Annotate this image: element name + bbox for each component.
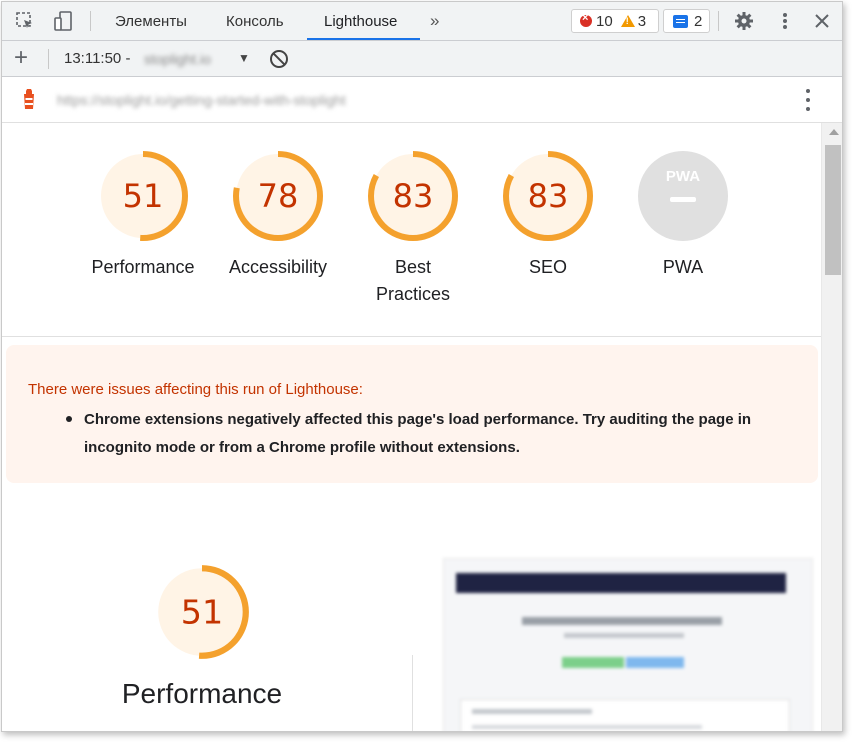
gauge-performance-value: 51: [123, 177, 164, 215]
gauge-best-practices-label[interactable]: Best Practices: [343, 254, 483, 308]
bullet-icon: [66, 416, 72, 422]
kebab-menu-icon[interactable]: [774, 10, 796, 32]
gauge-best-practices-label-line2: Practices: [375, 284, 451, 304]
devtools-window: Элементы Консоль Lighthouse » 10 3 2 + 1…: [1, 1, 843, 732]
gauge-accessibility[interactable]: 78: [231, 149, 325, 243]
warning-icon: [620, 15, 635, 27]
scroll-thumb[interactable]: [825, 145, 841, 275]
clear-reports-icon[interactable]: [270, 50, 288, 68]
new-report-button[interactable]: +: [14, 45, 28, 71]
screenshot-blue-button: [626, 657, 684, 668]
errors-count: 10: [596, 12, 613, 30]
gauge-best-practices-label-line1: Best: [394, 257, 432, 277]
active-tab-indicator: [307, 38, 420, 40]
tab-console[interactable]: Консоль: [224, 2, 286, 41]
inspect-element-icon[interactable]: [14, 10, 36, 32]
gauge-accessibility-value: 78: [258, 177, 299, 215]
run-warnings: There were issues affecting this run of …: [6, 345, 818, 483]
tab-elements[interactable]: Элементы: [113, 2, 189, 41]
toolbar-separator: [718, 11, 719, 31]
messages-count: 2: [694, 12, 703, 30]
main-performance-label: Performance: [121, 678, 283, 709]
gauge-best-practices[interactable]: 83: [366, 149, 460, 243]
vertical-scrollbar[interactable]: [821, 123, 842, 731]
report-url-bar: https://stoplight.io/getting-started-wit…: [2, 77, 842, 123]
main-performance-value: 51: [181, 592, 223, 631]
warnings-count: 3: [637, 12, 647, 30]
lighthouse-report-bar: + 13:11:50 - stoplight.io ▼: [2, 41, 842, 77]
error-icon: [580, 12, 592, 27]
tab-lighthouse[interactable]: Lighthouse: [322, 2, 399, 41]
screenshot-subheading: [564, 633, 684, 638]
gauge-seo[interactable]: 83: [501, 149, 595, 243]
screenshot-card-text: [472, 709, 592, 714]
messages-counter-button[interactable]: 2: [663, 9, 710, 33]
gauge-performance-label[interactable]: Performance: [73, 254, 213, 281]
chevron-down-icon[interactable]: ▼: [238, 51, 250, 65]
section-divider: [2, 336, 821, 337]
toolbar-separator: [48, 49, 49, 69]
gauge-pwa-label[interactable]: PWA: [613, 254, 753, 281]
close-icon[interactable]: [811, 10, 833, 32]
report-time: 13:11:50 -: [64, 50, 131, 67]
screenshot-green-button: [562, 657, 624, 668]
pwa-badge-text: PWA: [666, 168, 700, 185]
gear-icon[interactable]: [733, 10, 755, 32]
gauge-performance[interactable]: 51: [96, 149, 190, 243]
warning-item: Chrome extensions negatively affected th…: [84, 411, 752, 456]
toolbar-separator: [90, 11, 91, 31]
gauge-best-practices-value: 83: [393, 177, 434, 215]
report-url[interactable]: https://stoplight.io/getting-started-wit…: [57, 92, 346, 108]
gauge-pwa[interactable]: PWA: [636, 149, 730, 243]
report-site-select[interactable]: stoplight.io: [144, 51, 211, 67]
pwa-badge-dash: [670, 197, 696, 202]
devtools-tabbar: Элементы Консоль Lighthouse » 10 3 2: [2, 2, 842, 41]
report-menu-icon[interactable]: [806, 87, 812, 113]
gauge-accessibility-label[interactable]: Accessibility: [208, 254, 348, 281]
lighthouse-report: 51 78 83 83 PWA Performance Accessibilit…: [2, 123, 821, 731]
more-tabs-button[interactable]: »: [430, 11, 439, 31]
device-toggle-icon[interactable]: [52, 10, 74, 32]
screenshot-card-text: [472, 725, 702, 729]
scroll-up-icon[interactable]: [829, 129, 839, 135]
warnings-title: There were issues affecting this run of …: [28, 381, 363, 398]
gauge-seo-value: 83: [528, 177, 569, 215]
final-screenshot-thumbnail[interactable]: [443, 558, 813, 731]
lighthouse-icon: [24, 89, 34, 109]
message-icon: [673, 14, 688, 28]
screenshot-header-bar: [456, 573, 786, 593]
vertical-divider: [412, 655, 413, 731]
gauge-seo-label[interactable]: SEO: [478, 254, 618, 281]
main-performance-gauge[interactable]: 51: [153, 563, 251, 661]
screenshot-heading: [522, 617, 722, 625]
issues-counter-button[interactable]: 10 3: [571, 9, 659, 33]
